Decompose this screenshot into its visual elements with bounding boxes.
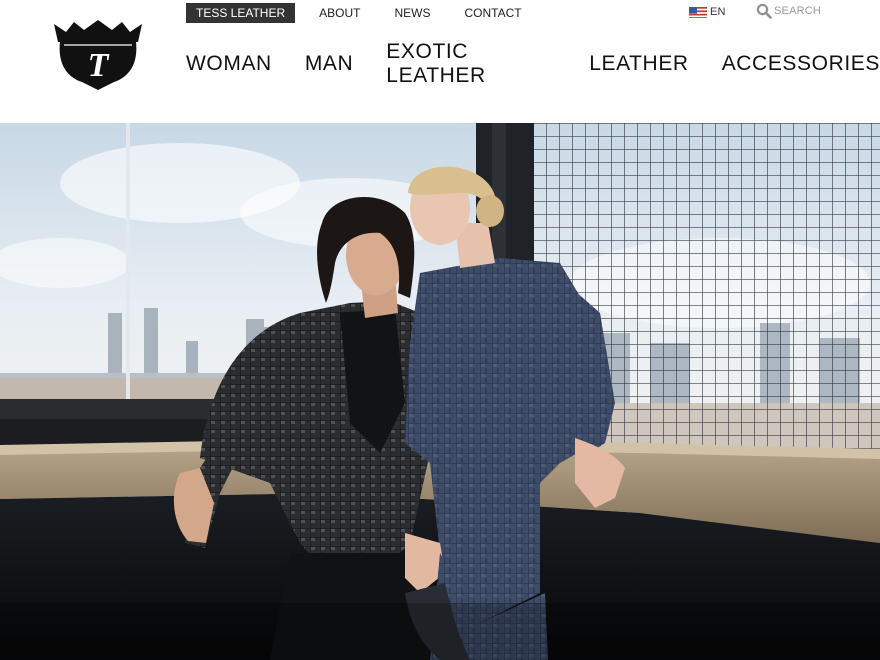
hero-image <box>0 123 880 660</box>
logo-letter: T <box>88 47 110 84</box>
main-navigation: WOMAN MAN EXOTIC LEATHER LEATHER ACCESSO… <box>186 40 880 87</box>
top-nav-about[interactable]: ABOUT <box>319 3 360 23</box>
main-nav-accessories[interactable]: ACCESSORIES <box>722 52 880 76</box>
top-nav-contact[interactable]: CONTACT <box>464 3 521 23</box>
top-nav-news[interactable]: NEWS <box>394 3 430 23</box>
brand-logo[interactable]: T <box>52 20 144 92</box>
language-selector[interactable]: EN <box>689 5 726 19</box>
main-nav-man[interactable]: MAN <box>305 52 353 76</box>
main-nav-leather[interactable]: LEATHER <box>589 52 689 76</box>
crown-shield-logo-icon: T <box>54 20 142 90</box>
us-flag-icon <box>689 6 707 18</box>
couple-in-leather-outfits-by-window-photo <box>0 123 880 660</box>
main-nav-woman[interactable]: WOMAN <box>186 52 272 76</box>
main-nav-exotic-leather[interactable]: EXOTIC LEATHER <box>386 40 556 88</box>
top-navigation: TESS LEATHER ABOUT NEWS CONTACT <box>186 3 522 23</box>
language-label: EN <box>710 6 726 18</box>
search-icon <box>756 3 772 19</box>
site-header: T TESS LEATHER ABOUT NEWS CONTACT EN SEA… <box>0 0 880 123</box>
search-label: SEARCH <box>774 5 822 17</box>
search-button[interactable]: SEARCH <box>756 2 821 20</box>
top-nav-tess-leather[interactable]: TESS LEATHER <box>186 3 296 23</box>
